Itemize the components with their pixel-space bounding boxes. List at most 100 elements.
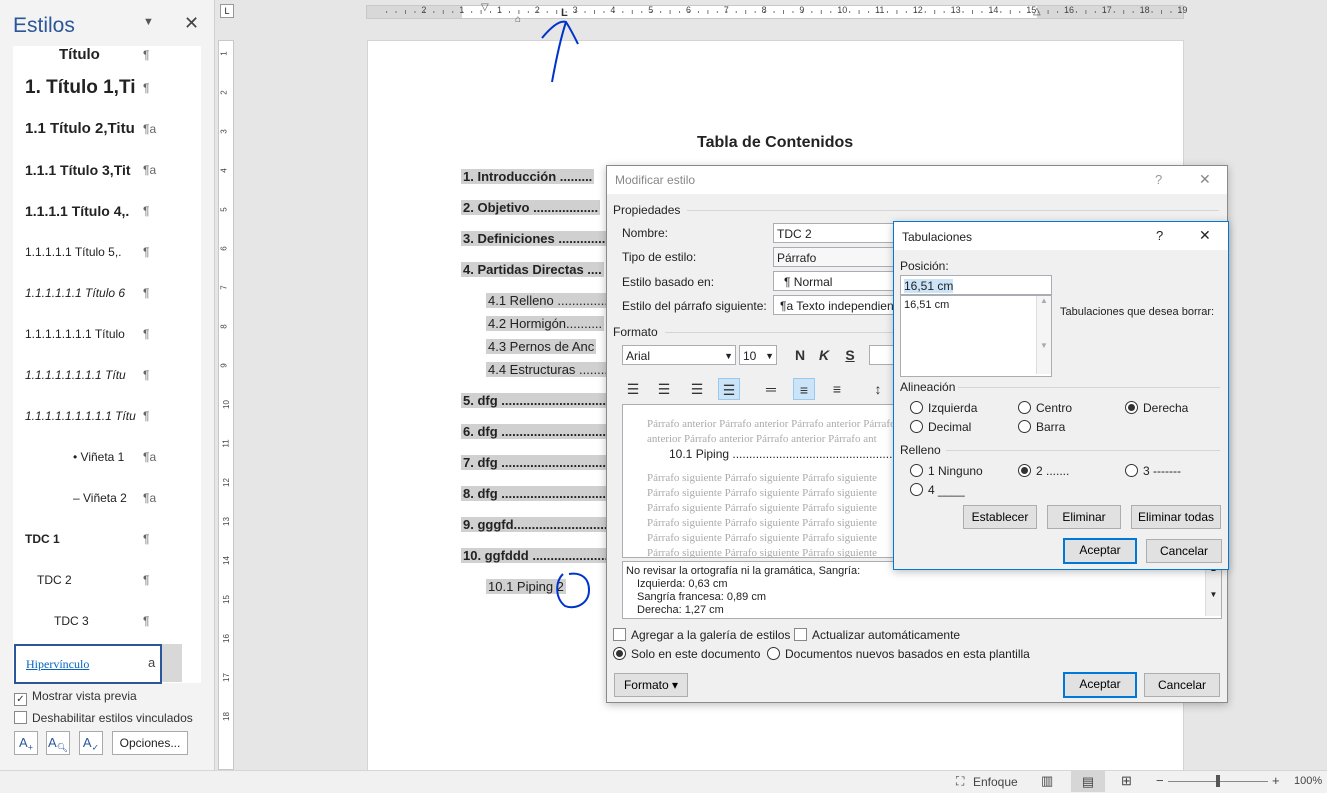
double-spacing-icon[interactable]: ≡	[826, 378, 848, 400]
zoom-level[interactable]: 100%	[1294, 775, 1322, 787]
cancel-button[interactable]: Cancelar	[1144, 673, 1220, 697]
list-scrollbar[interactable]: ▲ ▼	[1036, 296, 1051, 374]
toc-entry[interactable]: 9. gggfd..............................	[461, 517, 624, 532]
toc-entry[interactable]: 2. Objetivo ..................	[461, 200, 601, 215]
help-icon[interactable]: ?	[1156, 228, 1163, 243]
tab-stops-list[interactable]: 16,51 cm ▲ ▼	[900, 295, 1052, 377]
template-radio[interactable]: Documentos nuevos basados en esta planti…	[767, 647, 1030, 661]
toc-entry[interactable]: 5. dfg ................................	[461, 393, 619, 408]
style-item-hipervinculo[interactable]: Hipervínculo a	[14, 644, 162, 684]
zoom-in-button[interactable]: +	[1272, 773, 1280, 788]
leader-none-radio[interactable]: 1 Ninguno	[910, 464, 983, 478]
close-icon[interactable]: ✕	[184, 13, 199, 34]
cancel-button[interactable]: Cancelar	[1146, 539, 1222, 563]
only-document-radio[interactable]: Solo en este documento	[613, 647, 760, 661]
style-item-titulo-7[interactable]: 1.1.1.1.1.1.1 Título ¶	[13, 315, 183, 353]
read-mode-icon[interactable]: ▥	[1041, 773, 1053, 789]
clear-button[interactable]: Eliminar	[1047, 505, 1121, 529]
dialog-titlebar[interactable]: Modificar estilo ? ✕	[607, 166, 1227, 194]
options-button[interactable]: Opciones...	[112, 731, 188, 755]
style-item-vineta-2[interactable]: – Viñeta 2 ¶a	[13, 479, 183, 517]
chevron-down-icon[interactable]: ▼	[143, 16, 154, 28]
one-half-spacing-icon[interactable]: ≡	[793, 378, 815, 400]
description-scrollbar[interactable]: ▲▼	[1205, 562, 1221, 616]
clear-tabs-label: Tabulaciones que desea borrar:	[1060, 306, 1215, 318]
toc-entry[interactable]: 6. dfg ................................	[461, 424, 619, 439]
style-item-tdc-1[interactable]: TDC 1 ¶	[13, 520, 183, 558]
justify-icon[interactable]: ☰	[718, 378, 740, 400]
style-item-titulo-3[interactable]: 1.1.1 Título 3,Tit ¶a	[13, 151, 183, 189]
style-item-titulo-6[interactable]: 1.1.1.1.1.1 Título 6 ¶	[13, 274, 183, 312]
underline-button[interactable]: S	[839, 344, 861, 366]
toc-entry[interactable]: 3. Definiciones ..............	[461, 231, 611, 246]
toc-entry[interactable]: 7. dfg ................................	[461, 455, 619, 470]
print-layout-icon[interactable]: ▤	[1071, 771, 1105, 792]
align-right-icon[interactable]: ☰	[686, 378, 708, 400]
styles-list-scrollbar[interactable]	[162, 644, 182, 682]
hanging-indent-marker[interactable]: ⌂	[515, 14, 521, 25]
bold-button[interactable]: N	[789, 344, 811, 366]
toc-entry[interactable]: 4. Partidas Directas ....	[461, 262, 604, 277]
align-left-icon[interactable]: ☰	[622, 378, 644, 400]
zoom-slider-thumb[interactable]	[1216, 775, 1220, 787]
italic-button[interactable]: K	[813, 344, 835, 366]
line-spacing-icon[interactable]: ↕	[867, 378, 889, 400]
manage-styles-icon[interactable]: A✓	[79, 731, 103, 755]
single-spacing-icon[interactable]: ═	[760, 378, 782, 400]
format-menu-button[interactable]: Formato ▾	[614, 673, 688, 697]
style-item-tdc-3[interactable]: TDC 3 ¶	[13, 602, 183, 640]
first-indent-marker[interactable]: ▽	[481, 2, 489, 13]
set-button[interactable]: Establecer	[963, 505, 1037, 529]
position-input[interactable]: 16,51 cm	[900, 275, 1052, 295]
disable-linked-checkbox[interactable]: Deshabilitar estilos vinculados	[14, 711, 193, 725]
align-bar-radio[interactable]: Barra	[1018, 420, 1065, 434]
toc-entry[interactable]: 4.3 Pernos de Anc	[486, 339, 597, 354]
font-select[interactable]: Arial ▼	[622, 345, 736, 365]
toc-entry[interactable]: 10. ggfddd ..........................	[461, 548, 629, 563]
toc-entry[interactable]: 4.4 Estructuras ........	[486, 362, 610, 377]
toc-entry[interactable]: 8. dfg ................................	[461, 486, 619, 501]
vertical-ruler[interactable]: 1 2 3 4 5 6 7 8 9 10 11 12 13 14 15 16 17 18	[218, 40, 234, 770]
web-layout-icon[interactable]: ⊞	[1121, 773, 1132, 789]
list-item[interactable]: 16,51 cm	[904, 299, 949, 311]
toc-entry[interactable]: 4.2 Hormigón..........	[486, 316, 605, 331]
style-item-titulo-1[interactable]: 1. Título 1,Ti ¶	[13, 69, 183, 107]
style-item-tdc-2[interactable]: TDC 2 ¶	[13, 561, 183, 599]
show-preview-checkbox[interactable]: ✓ Mostrar vista previa	[14, 689, 137, 706]
font-size-select[interactable]: 10 ▼	[739, 345, 777, 365]
style-item-titulo-5[interactable]: 1.1.1.1.1 Título 5,. ¶	[13, 233, 183, 271]
right-indent-marker[interactable]: △	[1033, 6, 1041, 17]
align-right-radio[interactable]: Derecha	[1125, 401, 1188, 415]
style-item-titulo-9[interactable]: 1.1.1.1.1.1.1.1.1 Títu ¶	[13, 397, 183, 435]
focus-mode-icon[interactable]: ⛶	[956, 774, 964, 789]
toc-entry[interactable]: 4.1 Relleno ..............	[486, 293, 610, 308]
toc-entry[interactable]: 1. Introducción .........	[461, 169, 595, 184]
add-gallery-checkbox[interactable]: Agregar a la galería de estilos	[613, 628, 790, 642]
align-center-icon[interactable]: ☰	[653, 378, 675, 400]
leader-underline-radio[interactable]: 4 ____	[910, 483, 965, 497]
clear-all-button[interactable]: Eliminar todas	[1131, 505, 1221, 529]
leader-dots-radio[interactable]: 2 .......	[1018, 464, 1069, 478]
style-item-titulo-2[interactable]: 1.1 Título 2,Titu ¶a	[13, 110, 183, 148]
tab-selector[interactable]: L	[220, 4, 234, 18]
close-icon[interactable]: ✕	[1199, 227, 1211, 244]
close-icon[interactable]: ✕	[1199, 171, 1211, 188]
align-center-radio[interactable]: Centro	[1018, 401, 1072, 415]
style-inspector-icon[interactable]: A🔍︎	[46, 731, 70, 755]
new-style-icon[interactable]: A+	[14, 731, 38, 755]
leader-dashes-radio[interactable]: 3 -------	[1125, 464, 1181, 478]
dialog-titlebar[interactable]: Tabulaciones ? ✕	[894, 222, 1228, 250]
style-item-vineta-1[interactable]: • Viñeta 1 ¶a	[13, 438, 183, 476]
align-decimal-radio[interactable]: Decimal	[910, 420, 971, 434]
horizontal-ruler[interactable]: 2 1 1 2 3 4 5 6 7 8 9 10 11 12 13 14 15 16 17 18 19 ▽ ⌂ L △	[366, 2, 1187, 25]
ok-button[interactable]: Aceptar	[1063, 672, 1137, 698]
focus-mode-label[interactable]: Enfoque	[973, 775, 1018, 789]
zoom-out-button[interactable]: −	[1156, 773, 1164, 788]
ruler-ticks	[367, 6, 1183, 18]
style-item-titulo-4[interactable]: 1.1.1.1 Título 4,. ¶	[13, 192, 183, 230]
auto-update-checkbox[interactable]: Actualizar automáticamente	[794, 628, 960, 642]
help-icon[interactable]: ?	[1155, 172, 1162, 187]
style-item-titulo-8[interactable]: 1.1.1.1.1.1.1.1 Títu ¶	[13, 356, 183, 394]
align-left-radio[interactable]: Izquierda	[910, 401, 977, 415]
ok-button[interactable]: Aceptar	[1063, 538, 1137, 564]
